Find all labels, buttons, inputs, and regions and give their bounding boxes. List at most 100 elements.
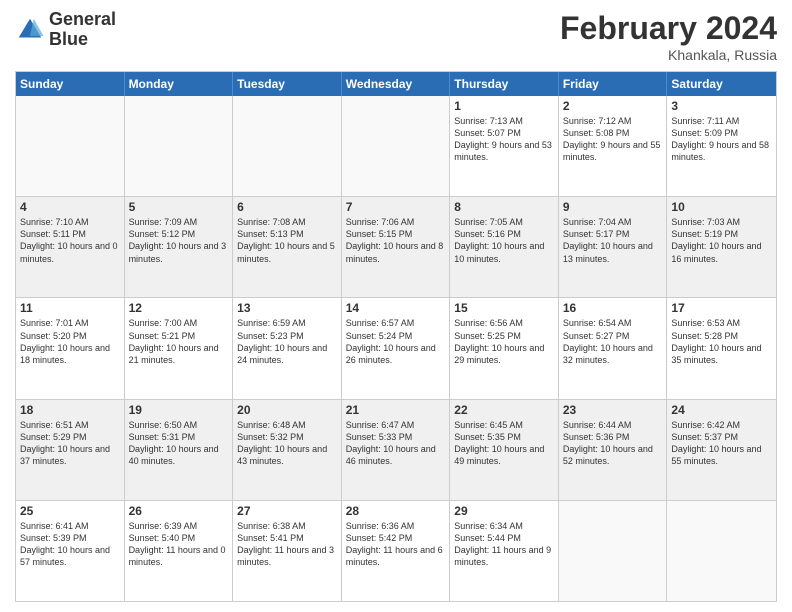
calendar-cell-2-0: 11Sunrise: 7:01 AMSunset: 5:20 PMDayligh… — [16, 298, 125, 398]
calendar: SundayMondayTuesdayWednesdayThursdayFrid… — [15, 71, 777, 602]
day-number: 8 — [454, 200, 554, 214]
day-info: Sunrise: 6:39 AMSunset: 5:40 PMDaylight:… — [129, 520, 229, 569]
day-number: 15 — [454, 301, 554, 315]
header-day-tuesday: Tuesday — [233, 72, 342, 96]
day-number: 25 — [20, 504, 120, 518]
calendar-cell-3-0: 18 Sunrise: 6:51 AMSunset: 5:29 PMDayligh… — [16, 400, 125, 500]
day-info: Sunrise: 6:42 AMSunset: 5:37 PMDaylight:… — [671, 419, 772, 468]
logo-line2: Blue — [49, 30, 116, 50]
month-title: February 2024 — [560, 10, 777, 47]
day-number: 21 — [346, 403, 446, 417]
header-day-friday: Friday — [559, 72, 668, 96]
header-day-saturday: Saturday — [667, 72, 776, 96]
header-day-wednesday: Wednesday — [342, 72, 451, 96]
calendar-cell-3-2: 20 Sunrise: 6:48 AMSunset: 5:32 PMDayligh… — [233, 400, 342, 500]
day-info: Sunrise: 7:10 AMSunset: 5:11 PMDaylight:… — [20, 216, 120, 265]
day-info: Sunrise: 6:57 AMSunset: 5:24 PMDaylight:… — [346, 317, 446, 366]
day-number: 18 — [20, 403, 120, 417]
day-number: 20 — [237, 403, 337, 417]
day-info: Sunrise: 7:03 AMSunset: 5:19 PMDaylight:… — [671, 216, 772, 265]
calendar-cell-4-1: 26 Sunrise: 6:39 AMSunset: 5:40 PMDayligh… — [125, 501, 234, 601]
location: Khankala, Russia — [560, 47, 777, 63]
calendar-cell-2-5: 16Sunrise: 6:54 AMSunset: 5:27 PMDayligh… — [559, 298, 668, 398]
day-info: Sunrise: 6:56 AMSunset: 5:25 PMDaylight:… — [454, 317, 554, 366]
calendar-cell-4-4: 29Sunrise: 6:34 AMSunset: 5:44 PMDayligh… — [450, 501, 559, 601]
header: General Blue February 2024 Khankala, Rus… — [15, 10, 777, 63]
day-number: 16 — [563, 301, 663, 315]
calendar-cell-0-3 — [342, 96, 451, 196]
day-info: Sunrise: 6:45 AMSunset: 5:35 PMDaylight:… — [454, 419, 554, 468]
day-number: 6 — [237, 200, 337, 214]
day-info: Sunrise: 7:13 AMSunset: 5:07 PMDaylight:… — [454, 115, 554, 164]
day-number: 5 — [129, 200, 229, 214]
calendar-cell-3-4: 22 Sunrise: 6:45 AMSunset: 5:35 PMDayligh… — [450, 400, 559, 500]
calendar-cell-4-0: 25 Sunrise: 6:41 AMSunset: 5:39 PMDayligh… — [16, 501, 125, 601]
day-number: 22 — [454, 403, 554, 417]
calendar-cell-1-5: 9 Sunrise: 7:04 AMSunset: 5:17 PMDaylight… — [559, 197, 668, 297]
calendar-cell-2-4: 15 Sunrise: 6:56 AMSunset: 5:25 PMDayligh… — [450, 298, 559, 398]
calendar-row-0: 1 Sunrise: 7:13 AMSunset: 5:07 PMDaylight… — [16, 96, 776, 197]
day-number: 26 — [129, 504, 229, 518]
logo-text: General Blue — [49, 10, 116, 50]
calendar-header: SundayMondayTuesdayWednesdayThursdayFrid… — [16, 72, 776, 96]
day-number: 3 — [671, 99, 772, 113]
day-info: Sunrise: 7:08 AMSunset: 5:13 PMDaylight:… — [237, 216, 337, 265]
calendar-cell-0-1 — [125, 96, 234, 196]
calendar-cell-1-0: 4 Sunrise: 7:10 AMSunset: 5:11 PMDaylight… — [16, 197, 125, 297]
calendar-cell-4-3: 28 Sunrise: 6:36 AMSunset: 5:42 PMDayligh… — [342, 501, 451, 601]
calendar-body: 1 Sunrise: 7:13 AMSunset: 5:07 PMDaylight… — [16, 96, 776, 601]
calendar-cell-4-2: 27 Sunrise: 6:38 AMSunset: 5:41 PMDayligh… — [233, 501, 342, 601]
calendar-cell-0-0 — [16, 96, 125, 196]
calendar-cell-1-6: 10 Sunrise: 7:03 AMSunset: 5:19 PMDayligh… — [667, 197, 776, 297]
day-number: 12 — [129, 301, 229, 315]
calendar-cell-3-6: 24 Sunrise: 6:42 AMSunset: 5:37 PMDayligh… — [667, 400, 776, 500]
day-number: 24 — [671, 403, 772, 417]
day-info: Sunrise: 6:53 AMSunset: 5:28 PMDaylight:… — [671, 317, 772, 366]
day-number: 4 — [20, 200, 120, 214]
day-number: 17 — [671, 301, 772, 315]
header-day-sunday: Sunday — [16, 72, 125, 96]
day-info: Sunrise: 7:05 AMSunset: 5:16 PMDaylight:… — [454, 216, 554, 265]
day-number: 2 — [563, 99, 663, 113]
calendar-cell-0-4: 1 Sunrise: 7:13 AMSunset: 5:07 PMDaylight… — [450, 96, 559, 196]
day-info: Sunrise: 7:04 AMSunset: 5:17 PMDaylight:… — [563, 216, 663, 265]
calendar-cell-4-6 — [667, 501, 776, 601]
header-day-monday: Monday — [125, 72, 234, 96]
calendar-cell-3-5: 23Sunrise: 6:44 AMSunset: 5:36 PMDayligh… — [559, 400, 668, 500]
day-info: Sunrise: 6:48 AMSunset: 5:32 PMDaylight:… — [237, 419, 337, 468]
day-info: Sunrise: 6:47 AMSunset: 5:33 PMDaylight:… — [346, 419, 446, 468]
calendar-cell-0-6: 3Sunrise: 7:11 AMSunset: 5:09 PMDaylight… — [667, 96, 776, 196]
day-info: Sunrise: 6:50 AMSunset: 5:31 PMDaylight:… — [129, 419, 229, 468]
day-number: 7 — [346, 200, 446, 214]
logo-icon — [15, 15, 45, 45]
calendar-row-4: 25 Sunrise: 6:41 AMSunset: 5:39 PMDayligh… — [16, 501, 776, 601]
page: General Blue February 2024 Khankala, Rus… — [0, 0, 792, 612]
calendar-cell-4-5 — [559, 501, 668, 601]
calendar-row-1: 4 Sunrise: 7:10 AMSunset: 5:11 PMDaylight… — [16, 197, 776, 298]
day-number: 29 — [454, 504, 554, 518]
calendar-cell-1-4: 8 Sunrise: 7:05 AMSunset: 5:16 PMDaylight… — [450, 197, 559, 297]
calendar-cell-2-3: 14Sunrise: 6:57 AMSunset: 5:24 PMDayligh… — [342, 298, 451, 398]
day-number: 27 — [237, 504, 337, 518]
calendar-cell-2-6: 17 Sunrise: 6:53 AMSunset: 5:28 PMDayligh… — [667, 298, 776, 398]
day-number: 1 — [454, 99, 554, 113]
day-info: Sunrise: 6:36 AMSunset: 5:42 PMDaylight:… — [346, 520, 446, 569]
calendar-cell-3-1: 19Sunrise: 6:50 AMSunset: 5:31 PMDayligh… — [125, 400, 234, 500]
day-info: Sunrise: 6:44 AMSunset: 5:36 PMDaylight:… — [563, 419, 663, 468]
day-info: Sunrise: 7:09 AMSunset: 5:12 PMDaylight:… — [129, 216, 229, 265]
day-number: 9 — [563, 200, 663, 214]
day-number: 10 — [671, 200, 772, 214]
day-info: Sunrise: 6:51 AMSunset: 5:29 PMDaylight:… — [20, 419, 120, 468]
day-info: Sunrise: 6:59 AMSunset: 5:23 PMDaylight:… — [237, 317, 337, 366]
title-area: February 2024 Khankala, Russia — [560, 10, 777, 63]
calendar-row-2: 11Sunrise: 7:01 AMSunset: 5:20 PMDayligh… — [16, 298, 776, 399]
logo-line1: General — [49, 10, 116, 30]
day-info: Sunrise: 7:12 AMSunset: 5:08 PMDaylight:… — [563, 115, 663, 164]
day-info: Sunrise: 6:41 AMSunset: 5:39 PMDaylight:… — [20, 520, 120, 569]
day-number: 28 — [346, 504, 446, 518]
calendar-row-3: 18 Sunrise: 6:51 AMSunset: 5:29 PMDayligh… — [16, 400, 776, 501]
day-info: Sunrise: 7:06 AMSunset: 5:15 PMDaylight:… — [346, 216, 446, 265]
header-day-thursday: Thursday — [450, 72, 559, 96]
calendar-cell-2-2: 13Sunrise: 6:59 AMSunset: 5:23 PMDayligh… — [233, 298, 342, 398]
day-info: Sunrise: 6:38 AMSunset: 5:41 PMDaylight:… — [237, 520, 337, 569]
